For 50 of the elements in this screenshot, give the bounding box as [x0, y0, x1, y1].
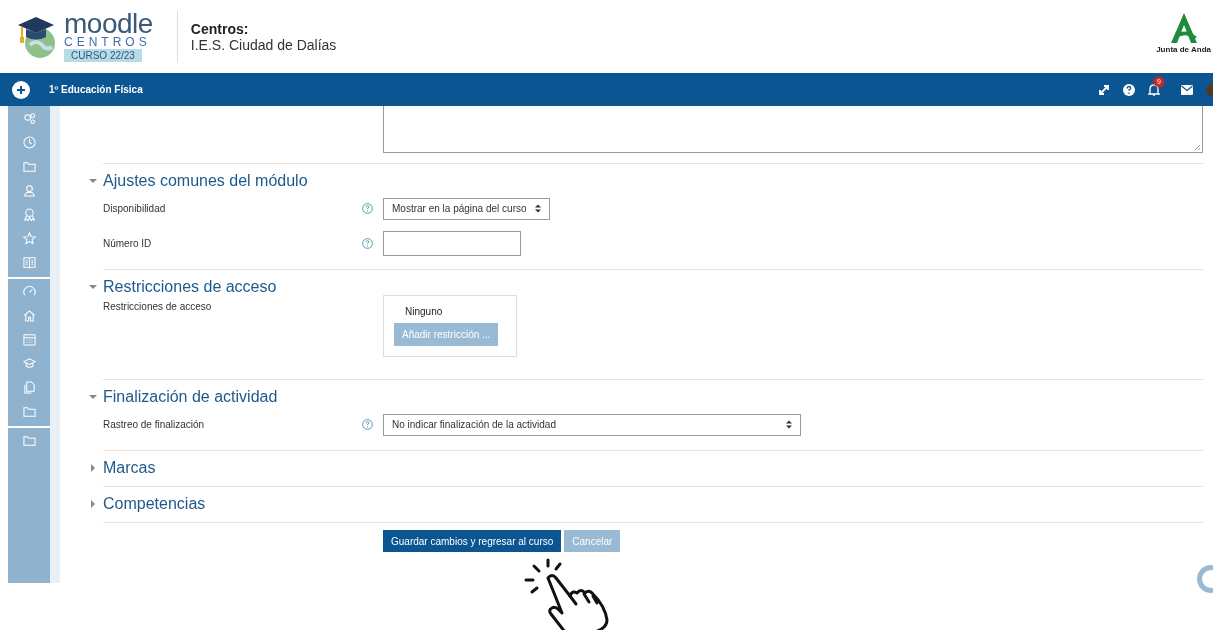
book-icon[interactable] — [22, 256, 36, 269]
field-label: Restricciones de acceso — [103, 301, 213, 312]
restrictions-status: Ninguno — [405, 306, 443, 317]
logo-wordmark: moodle — [64, 11, 153, 36]
section-title[interactable]: Competencias — [103, 495, 206, 513]
section-title[interactable]: Marcas — [103, 459, 156, 477]
cap-icon[interactable] — [22, 357, 36, 370]
collapse-caret-icon[interactable] — [89, 393, 97, 401]
resize-grip-icon[interactable] — [1194, 144, 1201, 151]
add-button[interactable] — [12, 80, 30, 99]
site-label: Centros: — [190, 20, 250, 37]
home-icon[interactable] — [22, 309, 36, 322]
logo-subtitle: CENTROS — [64, 35, 151, 48]
field-label: Rastreo de finalización — [103, 419, 206, 430]
award-icon[interactable] — [22, 208, 36, 221]
section-title[interactable]: Finalización de actividad — [103, 388, 278, 406]
folder-icon[interactable] — [22, 405, 36, 418]
star-icon[interactable] — [22, 232, 36, 245]
dropdown-arrows-icon — [534, 204, 541, 213]
bell-icon[interactable] — [1148, 83, 1160, 96]
course-title[interactable]: 1º Educación Física — [49, 84, 143, 95]
save-button[interactable]: Guardar cambios y regresar al curso — [383, 530, 562, 552]
calendar-icon[interactable] — [22, 333, 36, 346]
id-number-field[interactable] — [383, 231, 521, 256]
school-name: I.E.S. Ciudad de Dalías — [190, 36, 337, 53]
mail-icon[interactable] — [1181, 84, 1193, 95]
collapse-caret-icon[interactable] — [89, 283, 97, 291]
select-field[interactable]: No indicar finalización de la actividad — [383, 413, 801, 436]
partner-name: Junta de Anda — [1156, 45, 1211, 54]
expand-caret-icon[interactable] — [89, 500, 97, 508]
dropdown-arrows-icon — [786, 420, 792, 429]
folder-icon[interactable] — [22, 434, 36, 447]
description-textarea[interactable] — [383, 106, 1203, 153]
field-label: Número ID — [103, 238, 153, 249]
expand-caret-icon[interactable] — [89, 464, 97, 472]
section-title[interactable]: Restricciones de acceso — [103, 278, 277, 296]
expand-icon[interactable] — [1098, 83, 1110, 96]
collapse-caret-icon[interactable] — [89, 177, 97, 185]
section-title[interactable]: Ajustes comunes del módulo — [103, 172, 308, 190]
field-label: Disponibilidad — [103, 203, 167, 214]
select-field[interactable]: Mostrar en la página del curso — [383, 197, 550, 220]
user-icon[interactable] — [22, 184, 36, 197]
folder-icon[interactable] — [22, 160, 36, 173]
clock-icon[interactable] — [22, 136, 36, 149]
gauge-icon[interactable] — [22, 285, 36, 298]
plus-icon — [16, 84, 26, 95]
gears-icon[interactable] — [22, 112, 36, 125]
course-year-badge: CURSO 22/23 — [64, 48, 142, 62]
files-icon[interactable] — [22, 381, 36, 394]
help-icon[interactable] — [1123, 83, 1135, 96]
